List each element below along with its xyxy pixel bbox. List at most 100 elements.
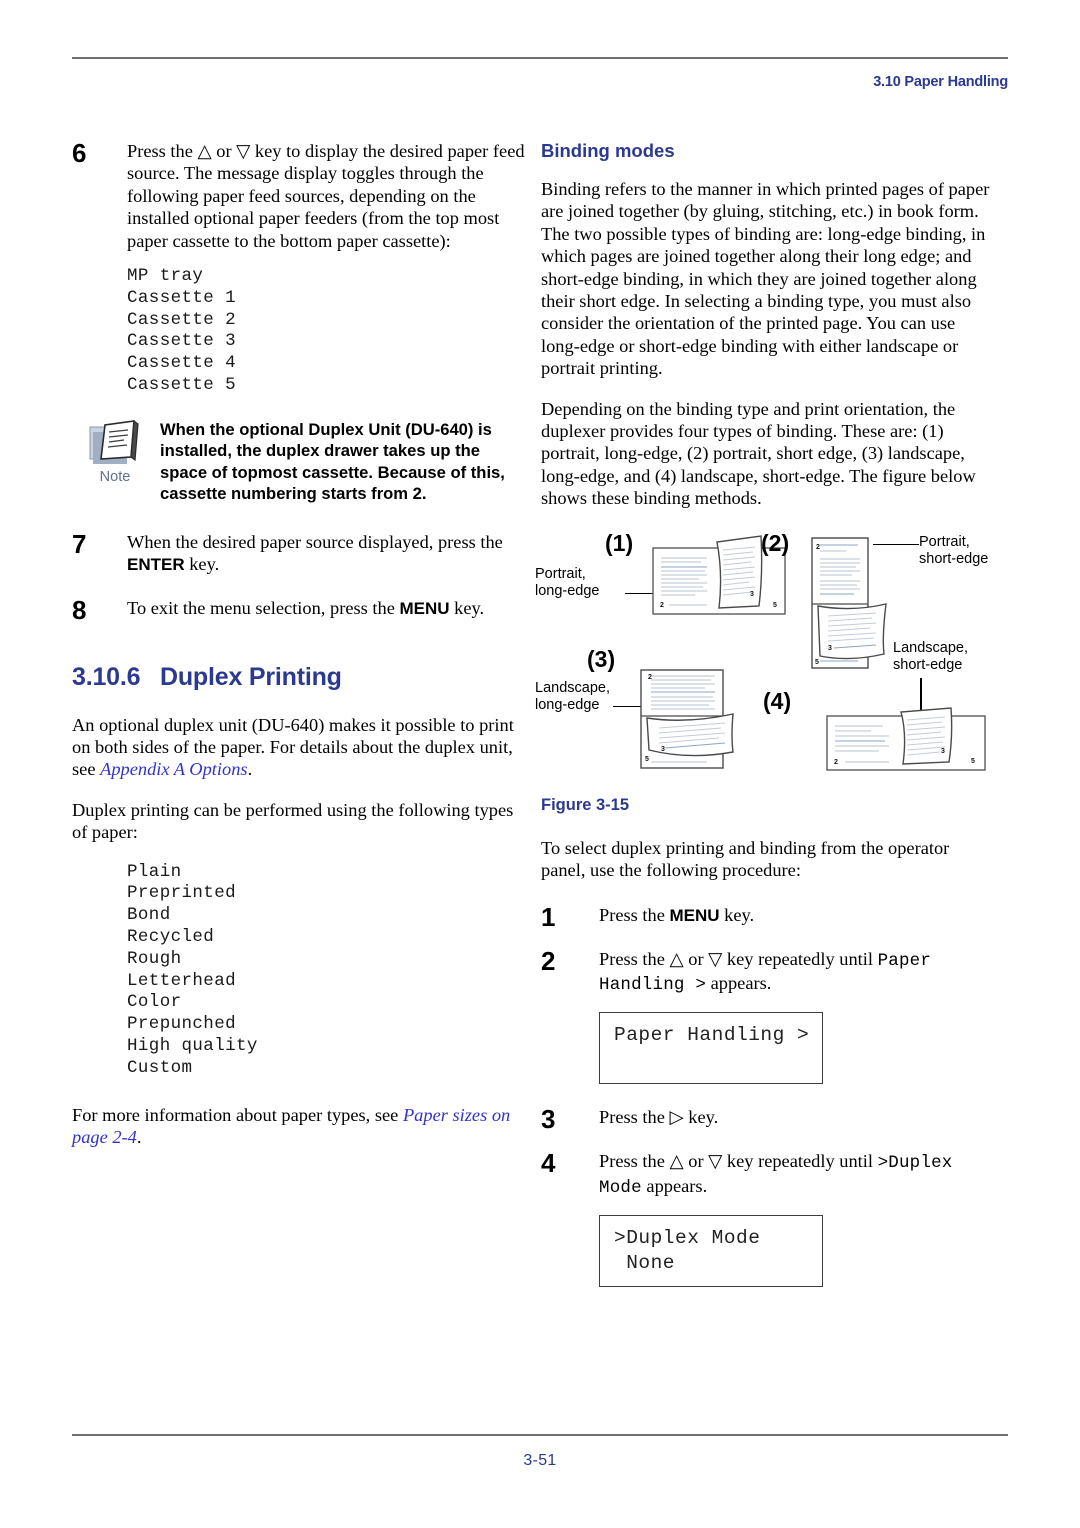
step-text-b: or — [683, 1151, 709, 1172]
page-mark: 2 — [648, 674, 652, 681]
para-text-a: For more information about paper types, … — [72, 1104, 403, 1125]
step-number: 4 — [541, 1148, 556, 1179]
figure-item-1-number: (1) — [605, 529, 634, 556]
duplex-intro-paragraph: An optional duplex unit (DU-640) makes i… — [72, 714, 527, 781]
step-text-b: key. — [184, 554, 220, 575]
section-number: 3.10.6 — [72, 662, 141, 691]
step-text: Press the MENU key. — [599, 904, 996, 927]
step-text-a: When the desired paper source displayed,… — [127, 531, 503, 552]
right-column: Binding modes Binding refers to the mann… — [535, 140, 996, 1309]
step-7: 7 When the desired paper source displaye… — [72, 531, 527, 577]
figure-item-3-number: (3) — [587, 645, 616, 672]
xref-appendix-a-options[interactable]: Appendix A Options — [100, 759, 247, 779]
step-text: Press the △ or ▽ key repeatedly until >D… — [599, 1150, 996, 1199]
step-text-b: or — [211, 141, 237, 161]
step-4: 4 Press the △ or ▽ key repeatedly until … — [541, 1150, 996, 1199]
page-mark: 3 — [661, 746, 665, 753]
figure-item-2-number: (2) — [761, 529, 790, 556]
step-8: 8 To exit the menu selection, press the … — [72, 597, 527, 625]
figure-item-4-illustration: 2 3 5 — [826, 706, 986, 771]
figure-caption: Figure 3-15 — [541, 795, 630, 814]
step-text-a: Press the — [599, 1151, 670, 1172]
up-arrow-icon: △ — [197, 141, 212, 161]
menu-key-label: MENU — [399, 598, 450, 618]
step-text-a: Press the — [127, 141, 198, 161]
step-text-b: or — [683, 948, 709, 969]
page-mark: 5 — [971, 758, 975, 765]
step-text-c: key repeatedly until — [722, 1151, 878, 1172]
note-box: Note When the optional Duplex Unit (DU-6… — [72, 419, 527, 505]
step-number: 7 — [72, 528, 87, 559]
binding-modes-figure: (1) Portrait, long-edge 2 3 5 (2) Portra… — [535, 528, 996, 786]
page-mark: 5 — [645, 756, 649, 763]
page-mark: 5 — [815, 659, 819, 666]
up-arrow-icon: △ — [669, 1151, 684, 1172]
lcd-display-paper-handling: Paper Handling > — [599, 1012, 823, 1085]
step-text: Press the △ or ▽ key repeatedly until Pa… — [599, 948, 996, 997]
procedure-intro-paragraph: To select duplex printing and binding fr… — [541, 837, 950, 881]
left-column: 6 Press the △ or ▽ key to display the de… — [72, 140, 527, 1166]
section-title: Duplex Printing — [160, 662, 342, 691]
paper-types-intro-paragraph: Duplex printing can be performed using t… — [72, 799, 514, 843]
binding-modes-heading: Binding modes — [541, 140, 675, 161]
paper-type-list: Plain Preprinted Bond Recycled Rough Let… — [127, 861, 258, 1078]
step-text-b: key. — [683, 1107, 719, 1128]
document-page: 3.10 Paper Handling 6 Press the △ or ▽ k… — [0, 0, 1080, 1528]
label-line-1: Landscape, — [535, 679, 610, 696]
step-text-a: Press the — [599, 904, 670, 925]
step-text-a: Press the — [599, 1107, 670, 1128]
step-text: Press the △ or ▽ key to display the desi… — [127, 140, 527, 252]
label-line-2: long-edge — [535, 696, 600, 713]
figure-item-2-label: Portrait, short-edge — [919, 534, 988, 568]
figure-item-4-number: (4) — [763, 687, 792, 714]
running-header: 3.10 Paper Handling — [873, 74, 1008, 90]
label-line-1: Landscape, — [893, 639, 968, 656]
menu-key-label: MENU — [669, 905, 720, 925]
step-text-a: To exit the menu selection, press the — [127, 597, 400, 618]
step-text-d: appears. — [706, 972, 772, 993]
step-3: 3 Press the ▷ key. — [541, 1106, 996, 1134]
label-line-2: short-edge — [893, 656, 963, 673]
down-arrow-icon: ▽ — [236, 141, 251, 161]
step-2: 2 Press the △ or ▽ key repeatedly until … — [541, 948, 996, 997]
header-rule — [72, 57, 1008, 59]
page-mark: 2 — [816, 544, 820, 551]
para-text-b: . — [136, 1127, 142, 1148]
note-icon-wrapper: Note — [76, 419, 154, 485]
figure-item-3-label: Landscape, long-edge — [535, 680, 610, 714]
down-arrow-icon: ▽ — [708, 948, 723, 969]
step-text: To exit the menu selection, press the ME… — [127, 597, 527, 620]
right-arrow-icon: ▷ — [669, 1107, 684, 1128]
step-number: 2 — [541, 945, 556, 976]
step-text: When the desired paper source displayed,… — [127, 531, 527, 577]
step-text-b: key. — [719, 904, 755, 925]
paper-types-reference-paragraph: For more information about paper types, … — [72, 1104, 527, 1149]
note-text: When the optional Duplex Unit (DU-640) i… — [160, 419, 505, 504]
step-text-b: key. — [449, 597, 485, 618]
lcd-display-duplex-mode: >Duplex Mode None — [599, 1215, 823, 1288]
page-mark: 3 — [750, 591, 754, 598]
figure-item-1-label: Portrait, long-edge — [535, 566, 600, 600]
paper-feed-source-list: MP tray Cassette 1 Cassette 2 Cassette 3… — [127, 266, 237, 396]
figure-item-2-illustration: 2 3 5 — [811, 536, 887, 669]
step-number: 1 — [541, 901, 556, 932]
page-mark: 2 — [834, 759, 838, 766]
step-text-c: key repeatedly until — [722, 948, 878, 969]
para-text-b: . — [247, 759, 253, 780]
label-line-2: short-edge — [919, 550, 989, 567]
down-arrow-icon: ▽ — [708, 1151, 723, 1172]
enter-key-label: ENTER — [127, 555, 185, 575]
page-mark: 2 — [660, 602, 664, 609]
binding-paragraph-1: Binding refers to the manner in which pr… — [541, 179, 990, 379]
step-text-a: Press the — [599, 948, 670, 969]
section-heading: 3.10.6 Duplex Printing — [72, 663, 527, 692]
figure-item-3-illustration: 2 3 5 — [640, 668, 734, 769]
footer-rule — [72, 1434, 1008, 1436]
up-arrow-icon: △ — [669, 948, 684, 969]
step-1: 1 Press the MENU key. — [541, 904, 996, 932]
step-number: 6 — [72, 138, 87, 168]
note-label: Note — [99, 468, 131, 485]
note-document-icon — [89, 419, 139, 464]
page-number: 3-51 — [523, 1452, 557, 1469]
step-text: Press the ▷ key. — [599, 1106, 996, 1128]
